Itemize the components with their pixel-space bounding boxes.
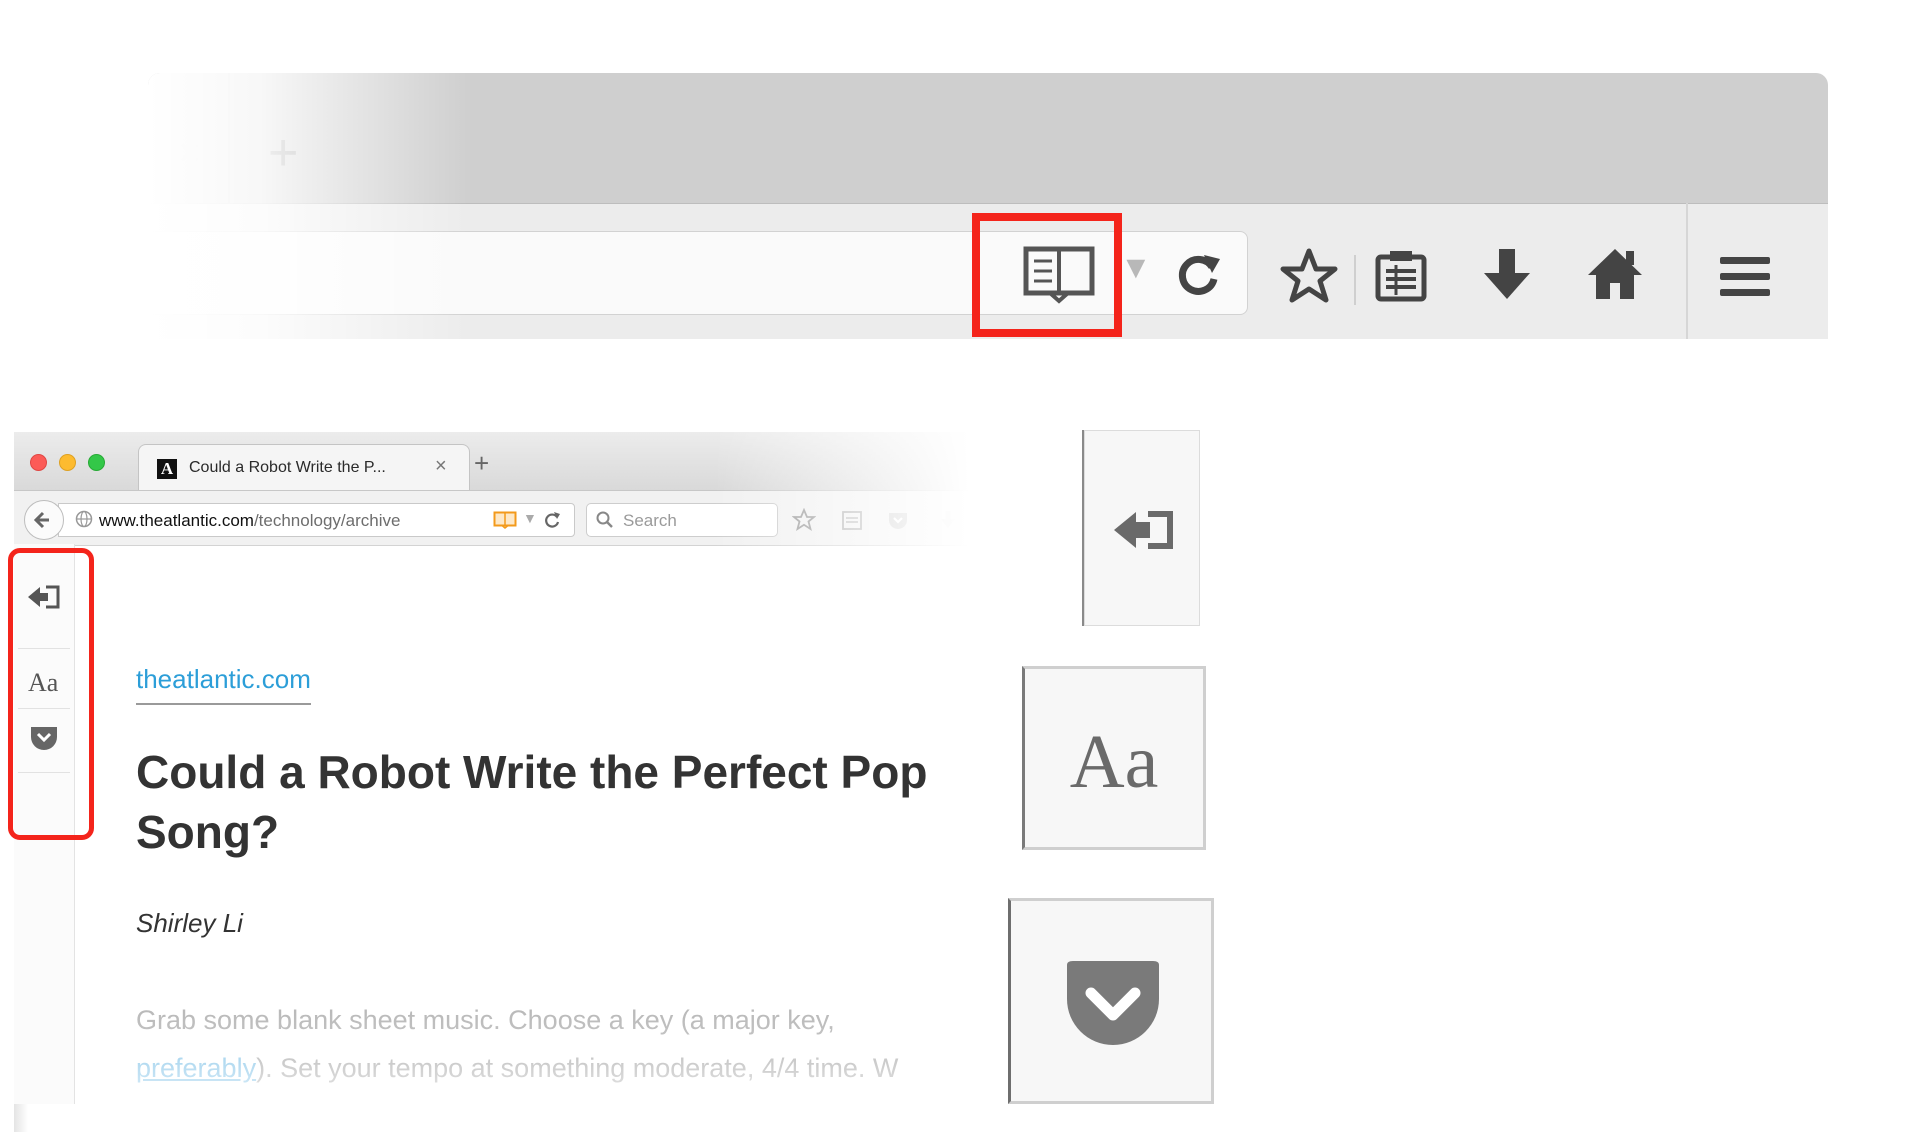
download-arrow-icon[interactable]: [936, 508, 960, 532]
body-line: preferably). Set your tempo at something…: [136, 1044, 996, 1092]
hamburger-menu-icon[interactable]: [1714, 245, 1776, 307]
reload-icon[interactable]: [1168, 245, 1228, 305]
article-author: Shirley Li: [136, 908, 243, 938]
home-icon[interactable]: [1584, 243, 1646, 305]
type-controls-label: Aa: [1069, 720, 1159, 804]
pocket-icon[interactable]: [886, 508, 910, 532]
title-bar: A Could a Robot Write the P... × +: [14, 432, 998, 491]
window-maximize-button[interactable]: [88, 454, 105, 471]
detail-pocket-panel: [1008, 898, 1214, 1104]
tab-article[interactable]: A Could a Robot Write the P... ×: [138, 444, 470, 491]
url-bar[interactable]: www.theatlantic.com/technology/archive ▼: [58, 503, 575, 537]
url-domain: www.theatlantic.com: [99, 511, 254, 530]
tab-close-icon[interactable]: ×: [178, 131, 201, 176]
body-line: Grab some blank sheet music. Choose a ke…: [136, 1005, 835, 1035]
new-tab-button[interactable]: +: [268, 123, 298, 183]
body-link[interactable]: preferably: [136, 1053, 256, 1083]
reading-list-icon[interactable]: [840, 508, 864, 532]
article-title: Could a Robot Write the Perfect Pop Song…: [136, 746, 928, 858]
reader-view-icon[interactable]: [493, 511, 517, 529]
dropmarker-icon[interactable]: ▼: [523, 510, 537, 526]
tab-close-icon[interactable]: ×: [435, 455, 447, 478]
detail-close-reader-panel: [1082, 430, 1200, 626]
zoomed-tab-strip: × +: [148, 73, 1828, 203]
tab-separator: [228, 73, 230, 203]
dropmarker-icon[interactable]: ▼: [1120, 249, 1152, 286]
bookmark-star-icon[interactable]: [1278, 245, 1340, 307]
atlantic-favicon-icon: A: [157, 459, 177, 479]
toolbar-separator: [1354, 255, 1356, 305]
window-close-button[interactable]: [30, 454, 47, 471]
pocket-icon: [1067, 961, 1159, 1045]
window-minimize-button[interactable]: [59, 454, 76, 471]
reload-icon[interactable]: [541, 509, 563, 531]
article-domain-link[interactable]: theatlantic.com: [136, 664, 311, 705]
globe-icon: [75, 510, 93, 528]
article-body: Grab some blank sheet music. Choose a ke…: [136, 996, 996, 1092]
tab-title: Could a Robot Write the P...: [189, 459, 386, 476]
body-text: ). Set your tempo at something moderate,…: [256, 1053, 899, 1083]
bookmark-star-icon[interactable]: [792, 508, 816, 532]
detail-type-controls-panel: Aa: [1022, 666, 1206, 850]
new-tab-button[interactable]: +: [474, 448, 489, 479]
search-placeholder: Search: [623, 511, 677, 530]
reader-sidebar-highlight-box: [8, 548, 94, 840]
reading-list-icon[interactable]: [1370, 245, 1432, 307]
search-icon: [596, 511, 613, 528]
reader-view-highlight-box: [972, 213, 1122, 337]
toolbar-separator: [1686, 203, 1688, 339]
back-button[interactable]: [24, 500, 64, 540]
url-path: /technology/archive: [253, 511, 401, 530]
url-text: www.theatlantic.com/technology/archive: [99, 511, 400, 531]
download-arrow-icon[interactable]: [1476, 243, 1538, 305]
search-input[interactable]: Search: [586, 503, 778, 537]
close-reader-icon: [1114, 511, 1173, 549]
